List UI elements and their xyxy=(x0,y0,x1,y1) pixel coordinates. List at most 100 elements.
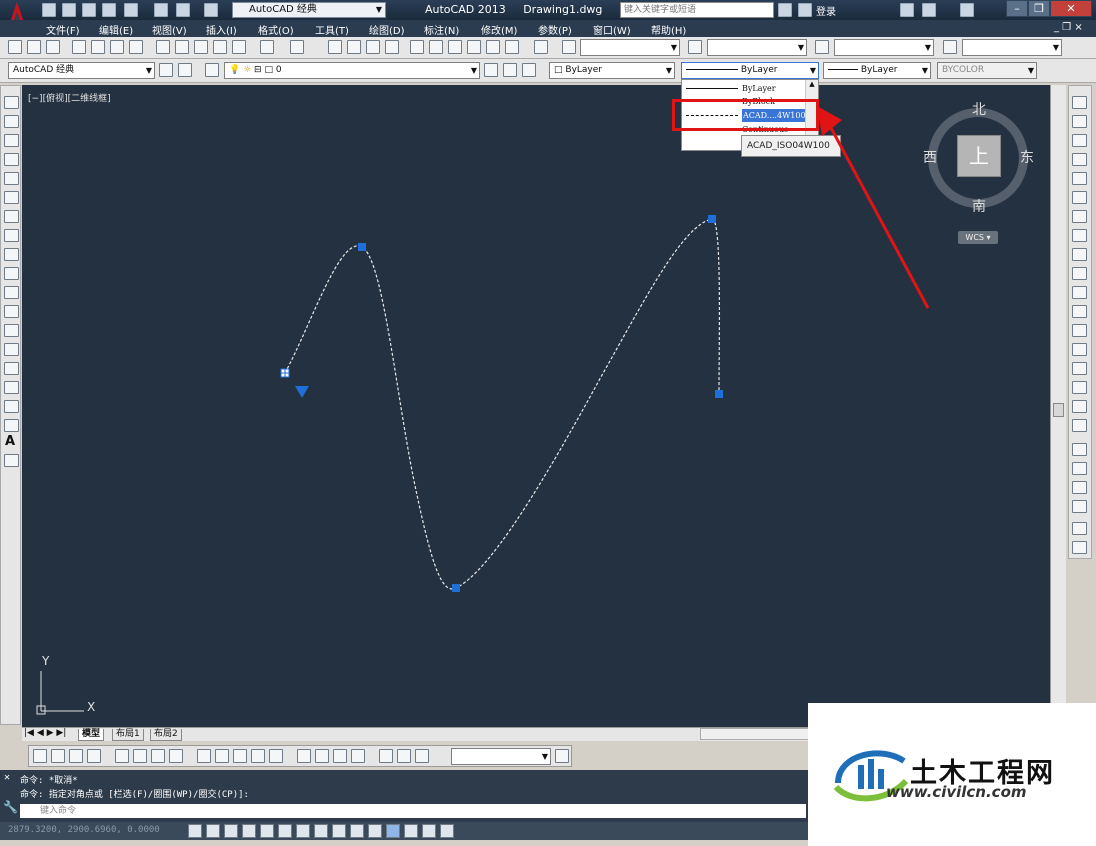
command-input[interactable]: 键入命令 xyxy=(20,804,806,818)
close-command-icon[interactable]: ✕ xyxy=(4,772,10,783)
annotation-monitor-icon[interactable] xyxy=(440,824,454,838)
aligned-dim-icon[interactable] xyxy=(51,749,65,763)
table-style-icon[interactable] xyxy=(815,40,829,54)
save-icon[interactable] xyxy=(82,3,96,17)
polar-tracking-icon[interactable] xyxy=(260,824,274,838)
mirror-icon[interactable] xyxy=(1072,134,1087,147)
region-icon[interactable] xyxy=(4,400,19,413)
join-icon[interactable] xyxy=(1072,343,1087,356)
zoom-previous-icon[interactable] xyxy=(385,40,399,54)
dim-update-icon[interactable] xyxy=(415,749,429,763)
mleader-style-icon[interactable] xyxy=(943,40,957,54)
polyline-icon[interactable] xyxy=(4,134,19,147)
mleader-style-combo[interactable]: ▼ xyxy=(962,39,1062,56)
cut-icon[interactable] xyxy=(156,40,170,54)
quick-properties-icon[interactable] xyxy=(404,824,418,838)
erase-icon[interactable] xyxy=(1072,96,1087,109)
workspace-settings-icon[interactable] xyxy=(159,63,173,77)
plot-icon[interactable] xyxy=(72,40,86,54)
tolerance-icon[interactable] xyxy=(297,749,311,763)
customize-icon[interactable] xyxy=(178,63,192,77)
dim-break-icon[interactable] xyxy=(269,749,283,763)
menu-tools[interactable]: 工具(T) xyxy=(315,22,349,37)
revision-cloud-icon[interactable] xyxy=(4,229,19,242)
line-icon[interactable] xyxy=(4,96,19,109)
design-center-icon[interactable] xyxy=(429,40,443,54)
match-properties-icon[interactable] xyxy=(213,40,227,54)
stretch-icon[interactable] xyxy=(1072,248,1087,261)
text-above-icon[interactable] xyxy=(1072,522,1087,535)
blend-curves-icon[interactable] xyxy=(1072,400,1087,413)
diameter-dim-icon[interactable] xyxy=(151,749,165,763)
redo-icon[interactable] xyxy=(290,40,304,54)
transparency-icon[interactable] xyxy=(386,824,400,838)
viewcube-top-face[interactable]: 上 xyxy=(957,135,1001,177)
preview-icon[interactable] xyxy=(91,40,105,54)
continue-dim-icon[interactable] xyxy=(233,749,247,763)
text-style-icon[interactable] xyxy=(562,40,576,54)
layer-states-icon[interactable] xyxy=(522,63,536,77)
dim-style-combo[interactable]: ▼ xyxy=(707,39,807,56)
menu-modify[interactable]: 修改(M) xyxy=(481,22,517,37)
dynamic-input-icon[interactable] xyxy=(350,824,364,838)
hatch-back-icon[interactable] xyxy=(1072,541,1087,554)
help-icon[interactable] xyxy=(960,3,974,17)
break-at-point-icon[interactable] xyxy=(1072,305,1087,318)
paste-icon[interactable] xyxy=(194,40,208,54)
menu-format[interactable]: 格式(O) xyxy=(258,22,294,37)
search-input[interactable]: 键入关键字或短语 xyxy=(620,2,774,18)
table-icon[interactable] xyxy=(4,419,19,432)
break-icon[interactable] xyxy=(1072,324,1087,337)
polygon-icon[interactable] xyxy=(4,153,19,166)
lineweight-combo[interactable]: ByLayer ▼ xyxy=(823,62,931,79)
linear-dim-icon[interactable] xyxy=(33,749,47,763)
snap-mode-icon[interactable] xyxy=(206,824,220,838)
qnew-icon[interactable] xyxy=(8,40,22,54)
new-file-icon[interactable] xyxy=(42,3,56,17)
text-style-combo[interactable]: ▼ xyxy=(580,39,680,56)
linetype-option-bylayer[interactable]: ByLayer xyxy=(682,82,806,95)
hatch-icon[interactable] xyxy=(4,362,19,375)
chamfer-icon[interactable] xyxy=(1072,362,1087,375)
ellipse-icon[interactable] xyxy=(4,267,19,280)
zoom-realtime-icon[interactable] xyxy=(347,40,361,54)
lineweight-icon[interactable] xyxy=(368,824,382,838)
linetype-combo[interactable]: ByLayer ▼ xyxy=(681,62,819,79)
make-current-layer-icon[interactable] xyxy=(484,63,498,77)
draworder-back-icon[interactable] xyxy=(1072,462,1087,475)
inspection-icon[interactable] xyxy=(333,749,347,763)
user-icon[interactable] xyxy=(798,3,812,17)
3d-osnap-icon[interactable] xyxy=(296,824,310,838)
block-editor-icon[interactable] xyxy=(232,40,246,54)
open-icon[interactable] xyxy=(27,40,41,54)
move-icon[interactable] xyxy=(1072,191,1087,204)
add-selected-icon[interactable] xyxy=(4,454,19,467)
radius-dim-icon[interactable] xyxy=(115,749,129,763)
menu-help[interactable]: 帮助(H) xyxy=(651,22,686,37)
plot-icon[interactable] xyxy=(154,3,168,17)
scale-icon[interactable] xyxy=(1072,229,1087,242)
ucs-menu[interactable]: WCS ▾ xyxy=(958,231,998,244)
gradient-icon[interactable] xyxy=(4,381,19,394)
coordinate-readout[interactable]: 2879.3200, 2900.6960, 0.0000 xyxy=(8,825,160,835)
binoculars-icon[interactable] xyxy=(778,3,792,17)
menu-insert[interactable]: 插入(I) xyxy=(206,22,237,37)
vertical-scrollbar[interactable] xyxy=(1050,85,1066,727)
dim-space-icon[interactable] xyxy=(251,749,265,763)
tab-layout1[interactable]: 布局1 xyxy=(112,729,144,741)
make-block-icon[interactable] xyxy=(4,324,19,337)
selection-cycling-icon[interactable] xyxy=(422,824,436,838)
customize-wrench-icon[interactable]: 🔧 xyxy=(3,800,18,814)
workspace-switcher[interactable]: AutoCAD 经典 ▼ xyxy=(232,2,386,18)
exchange-icon[interactable] xyxy=(900,3,914,17)
save-icon[interactable] xyxy=(46,40,60,54)
publish-icon[interactable] xyxy=(124,3,138,17)
table-style-combo[interactable]: ▼ xyxy=(834,39,934,56)
send-under-icon[interactable] xyxy=(1072,500,1087,513)
restore-button[interactable]: ❐ xyxy=(1028,0,1050,17)
menu-edit[interactable]: 编辑(E) xyxy=(99,22,133,37)
sheet-set-icon[interactable] xyxy=(467,40,481,54)
menu-draw[interactable]: 绘图(D) xyxy=(369,22,405,37)
jogged-linear-icon[interactable] xyxy=(351,749,365,763)
copy-icon[interactable] xyxy=(175,40,189,54)
